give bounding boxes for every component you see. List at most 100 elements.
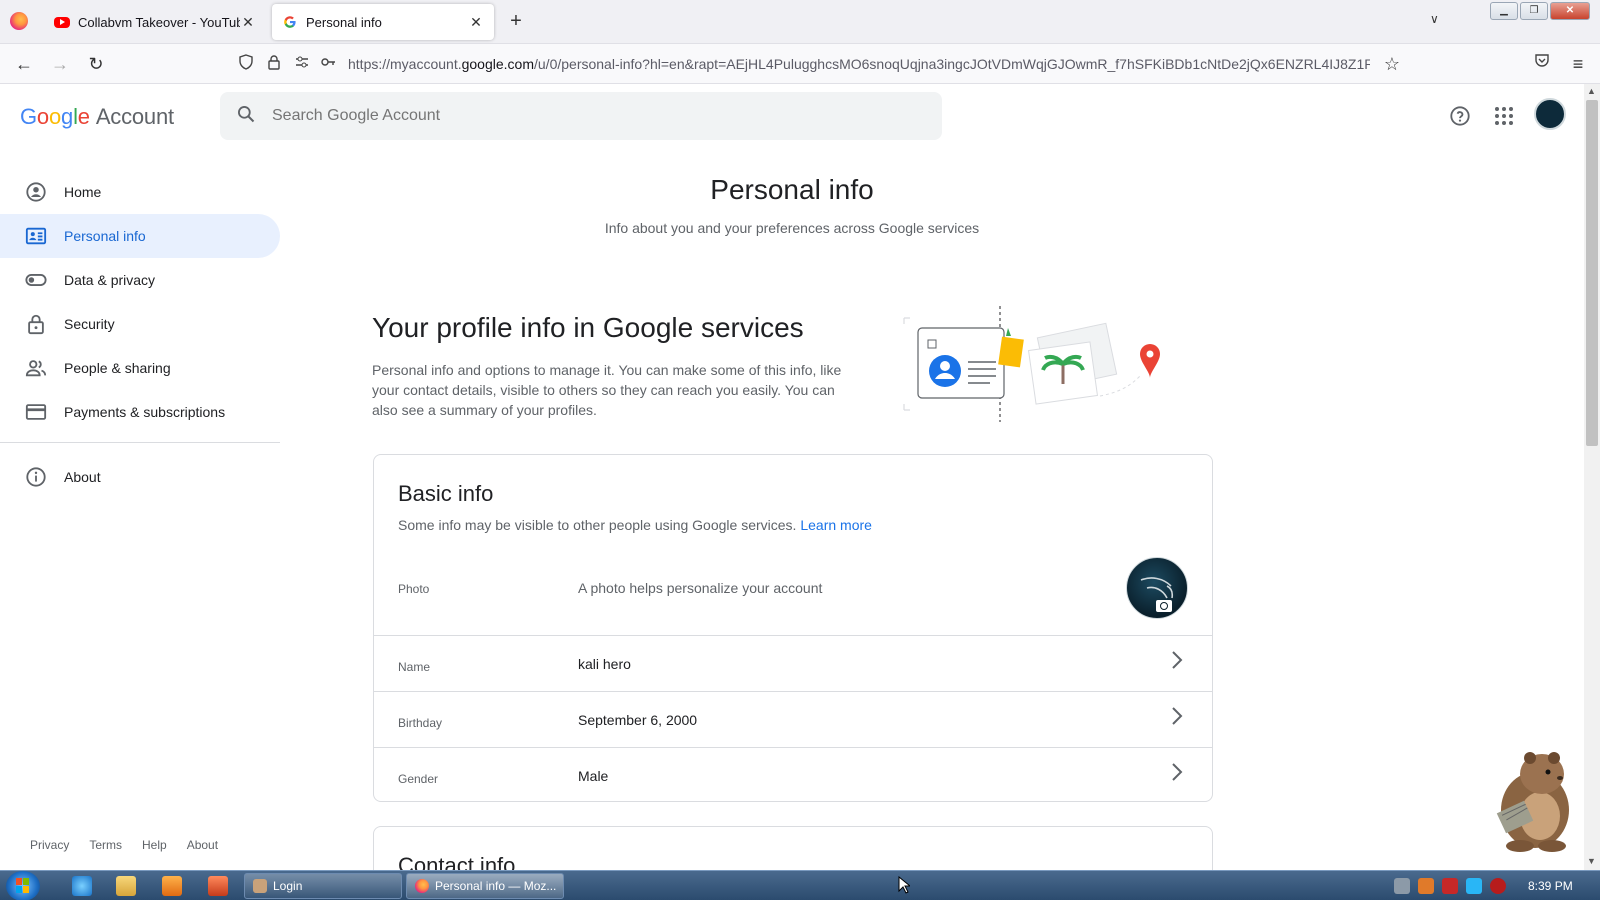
back-button[interactable]: ← [12, 52, 36, 76]
chevron-right-icon [1170, 762, 1184, 788]
sidebar-item-data-privacy[interactable]: Data & privacy [0, 258, 280, 302]
sidebar-item-personal-info[interactable]: Personal info [0, 214, 280, 258]
tray-flag-icon[interactable] [1442, 878, 1458, 894]
sidebar-item-home[interactable]: Home [0, 170, 280, 214]
page-scrollbar[interactable]: ▲ ▼ [1584, 84, 1600, 870]
gender-label: Gender [398, 772, 439, 786]
account-avatar[interactable] [1534, 98, 1566, 130]
name-row[interactable]: Name kali hero [374, 635, 1212, 691]
task-label: Login [273, 879, 303, 893]
learn-more-link[interactable]: Learn more [800, 517, 872, 533]
profile-illustration [900, 306, 1170, 426]
footer-links: Privacy Terms Help About [30, 838, 218, 852]
gender-row[interactable]: Gender Male [374, 747, 1212, 802]
credit-card-icon [25, 401, 47, 423]
sidebar-item-label: Home [64, 184, 102, 200]
scroll-up-arrow[interactable]: ▲ [1587, 86, 1596, 96]
list-tabs-icon[interactable]: ∨ [1430, 12, 1439, 26]
tab-title: Personal info [306, 14, 382, 30]
window-controls: ▁ ❐ ✕ [1490, 2, 1590, 20]
footer-link-terms[interactable]: Terms [89, 838, 122, 852]
url-path: /u/0/personal-info?hl=en&rapt=AEjHL4Pulu… [534, 56, 1370, 72]
close-tab-icon[interactable]: ✕ [468, 14, 484, 31]
start-button[interactable] [6, 871, 40, 900]
name-label: Name [398, 660, 431, 674]
footer-link-privacy[interactable]: Privacy [30, 838, 69, 852]
birthday-row[interactable]: Birthday September 6, 2000 [374, 691, 1212, 747]
logo-letter: G [20, 104, 37, 129]
search-box[interactable] [220, 92, 942, 140]
shield-icon[interactable] [238, 54, 254, 74]
id-card-icon [25, 225, 47, 247]
sidebar-item-about[interactable]: About [0, 455, 280, 499]
firefox-icon [415, 879, 429, 893]
name-value: kali hero [578, 656, 631, 672]
help-icon[interactable] [1444, 100, 1476, 132]
sidebar-item-label: Payments & subscriptions [64, 404, 226, 420]
lock-icon [25, 313, 47, 335]
sidebar-item-payments[interactable]: Payments & subscriptions [0, 390, 280, 434]
permissions-icon[interactable] [294, 54, 310, 74]
tab-title: Collabvm Takeover - YouTube [78, 14, 240, 30]
profile-heading: Your profile info in Google services [372, 312, 804, 343]
birthday-value: September 6, 2000 [578, 712, 698, 728]
minimize-button[interactable]: ▁ [1490, 2, 1518, 20]
tray-network-icon[interactable] [1394, 878, 1410, 894]
key-icon[interactable] [320, 54, 336, 74]
firefox-icon[interactable] [10, 12, 28, 30]
footer-link-help[interactable]: Help [142, 838, 167, 852]
sidebar-item-label: Security [64, 316, 115, 332]
close-tab-icon[interactable]: ✕ [240, 14, 256, 31]
page-subtitle: Info about you and your preferences acro… [604, 220, 980, 236]
new-tab-button[interactable]: + [504, 10, 528, 33]
chevron-right-icon [1170, 650, 1184, 676]
paint-icon[interactable] [208, 876, 228, 896]
sidebar-item-people-sharing[interactable]: People & sharing [0, 346, 280, 390]
lock-icon[interactable] [266, 54, 282, 74]
forward-button[interactable]: → [48, 52, 72, 76]
tray-security-icon[interactable] [1490, 878, 1506, 894]
taskbar-task-firefox[interactable]: Personal info — Moz... [406, 873, 564, 899]
search-icon[interactable] [236, 104, 256, 129]
footer-link-about[interactable]: About [187, 838, 218, 852]
birthday-label: Birthday [398, 716, 443, 730]
scrollbar-thumb[interactable] [1586, 100, 1598, 446]
window-close-button[interactable]: ✕ [1550, 2, 1590, 20]
media-player-icon[interactable] [162, 876, 182, 896]
google-g-icon [282, 14, 298, 30]
browser-tab-bar: Collabvm Takeover - YouTube ✕ Personal i… [0, 0, 1600, 44]
scroll-down-arrow[interactable]: ▼ [1587, 856, 1596, 866]
pocket-icon[interactable] [1530, 52, 1554, 76]
chevron-right-icon [1170, 706, 1184, 732]
reload-button[interactable]: ↻ [84, 52, 108, 76]
basic-info-desc-text: Some info may be visible to other people… [398, 517, 797, 533]
apps-grid-icon[interactable] [1488, 100, 1520, 132]
file-explorer-icon[interactable] [116, 876, 136, 896]
sidebar-item-label: Personal info [64, 228, 146, 244]
google-account-logo[interactable]: Google Account [20, 104, 174, 130]
tray-display-icon[interactable] [1466, 878, 1482, 894]
bookmark-star-icon[interactable]: ☆ [1380, 52, 1404, 76]
photo-label: Photo [398, 582, 430, 596]
taskbar-clock[interactable]: 8:39 PM [1528, 879, 1573, 893]
search-input[interactable] [272, 107, 872, 125]
gender-value: Male [578, 768, 609, 784]
address-bar[interactable]: https://myaccount.google.com/u/0/persona… [348, 56, 1370, 72]
sidebar-item-label: Data & privacy [64, 272, 156, 288]
sidebar-item-security[interactable]: Security [0, 302, 280, 346]
tab-youtube[interactable]: Collabvm Takeover - YouTube ✕ [44, 4, 266, 40]
os-taskbar: Login Personal info — Moz... 8:39 PM [0, 870, 1600, 900]
google-account-header: Google Account [0, 84, 1584, 148]
profile-description: Personal info and options to manage it. … [372, 362, 842, 418]
basic-info-description: Some info may be visible to other people… [398, 517, 872, 533]
tab-personal-info[interactable]: Personal info ✕ [272, 4, 494, 40]
internet-explorer-icon[interactable] [72, 876, 92, 896]
sidebar-divider [0, 442, 280, 443]
home-icon [25, 181, 47, 203]
taskbar-task-login[interactable]: Login [244, 873, 402, 899]
tray-search-icon[interactable] [1418, 878, 1434, 894]
restore-button[interactable]: ❐ [1520, 2, 1548, 20]
basic-info-title: Basic info [398, 481, 494, 506]
camera-icon[interactable] [1156, 600, 1172, 612]
menu-icon[interactable]: ≡ [1566, 52, 1590, 76]
